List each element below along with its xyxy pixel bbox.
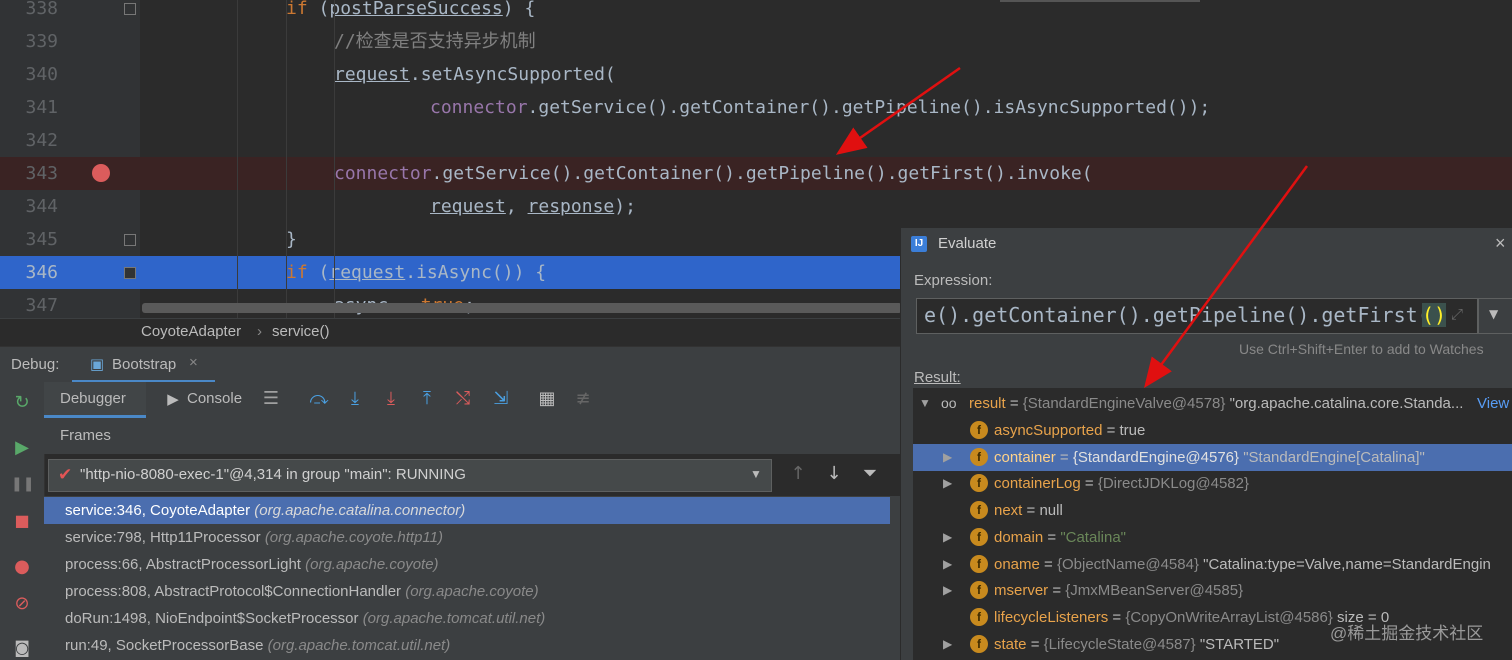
annotation-arrows [835, 66, 1309, 389]
annotation-arrow [835, 66, 961, 155]
annotation-arrow [1144, 165, 1309, 389]
